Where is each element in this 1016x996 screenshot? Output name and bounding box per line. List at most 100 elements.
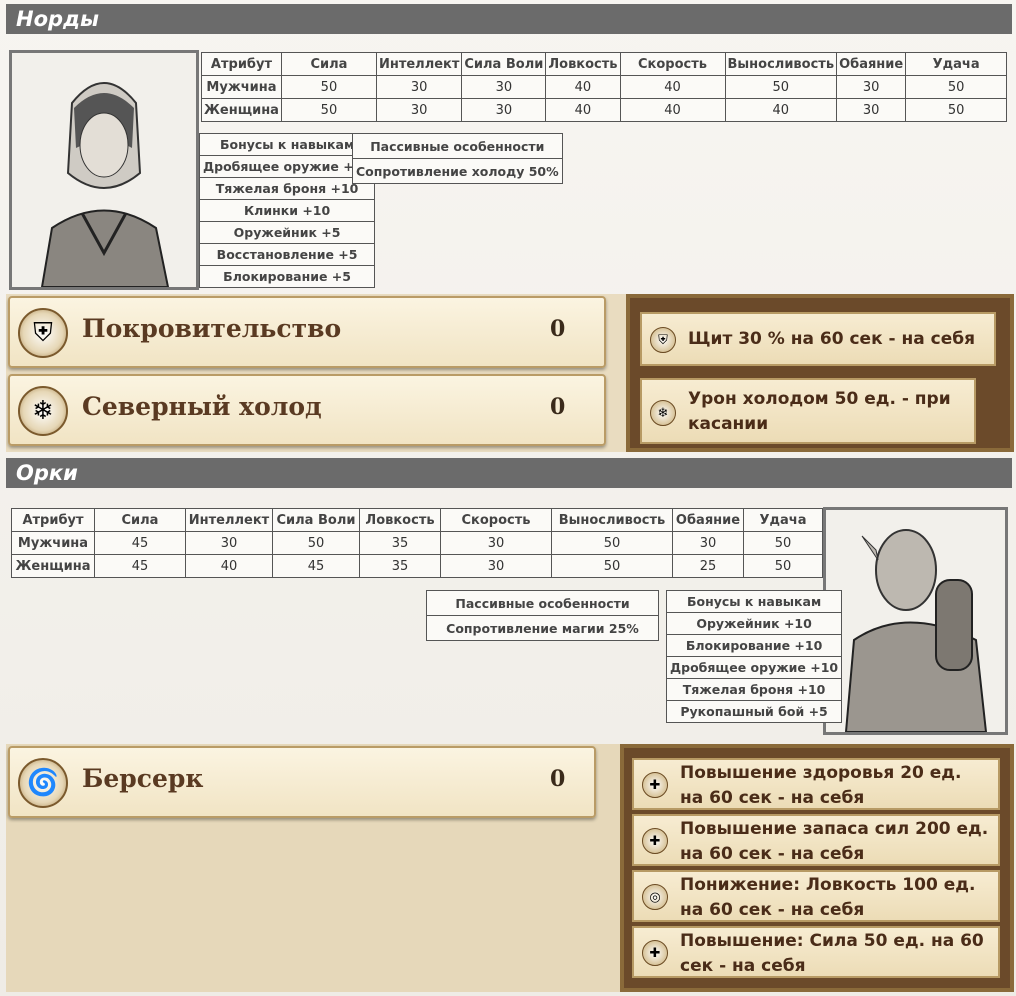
- table-cell: 50: [724, 75, 838, 99]
- table-cell: 40: [619, 98, 726, 122]
- effect-item: ◎ Понижение: Ловкость 100 ед. на 60 сек …: [632, 870, 1000, 922]
- table-cell: 30: [375, 75, 463, 99]
- table-header: Интеллект: [375, 52, 463, 76]
- table-cell: 25: [672, 554, 744, 578]
- table-cell: 40: [545, 98, 621, 122]
- table-cell: 50: [905, 98, 1007, 122]
- stamina-effect-icon: ✚: [642, 828, 668, 854]
- spell-name: Северный холод: [82, 392, 322, 421]
- spell-row[interactable]: 🌀 Берсерк 0: [8, 746, 596, 818]
- table-cell: 30: [461, 98, 547, 122]
- frost-effect-icon: ❄: [650, 400, 676, 426]
- table-cell: Мужчина: [201, 75, 282, 99]
- table-cell: 50: [272, 531, 360, 555]
- page: Норды Атрибут Сила Интеллект Сила Воли Л…: [0, 0, 1016, 996]
- list-item: Рукопашный бой +5: [665, 700, 843, 723]
- table-cell: 40: [545, 75, 621, 99]
- table-cell: 45: [94, 531, 186, 555]
- effect-item: ❄ Урон холодом 50 ед. - при касании: [640, 378, 976, 444]
- table-row: Женщина 50 30 30 40 40 40 30 50: [201, 98, 1007, 122]
- table-cell: 50: [905, 75, 1007, 99]
- table-header: Скорость: [619, 52, 726, 76]
- table-cell: 50: [551, 554, 673, 578]
- table-cell: 50: [280, 98, 377, 122]
- nord-passive-table: Пассивные особенности Сопротивление холо…: [352, 133, 563, 184]
- table-cell: 40: [724, 98, 838, 122]
- orc-passive-table: Пассивные особенности Сопротивление маги…: [426, 590, 659, 641]
- table-header: Ловкость: [359, 508, 441, 532]
- table-cell: 45: [94, 554, 186, 578]
- effect-text: Повышение здоровья 20 ед. на 60 сек - на…: [680, 763, 962, 808]
- health-effect-icon: ✚: [642, 772, 668, 798]
- orc-spell-area: 🌀 Берсерк 0 ✚ Повышение здоровья 20 ед. …: [6, 744, 1014, 992]
- table-header: Выносливость: [724, 52, 838, 76]
- table-header: Удача: [905, 52, 1007, 76]
- table-cell: 50: [551, 531, 673, 555]
- table-cell: 50: [743, 531, 823, 555]
- effect-text: Понижение: Ловкость 100 ед. на 60 сек - …: [680, 875, 976, 920]
- spell-cost: 0: [550, 316, 566, 342]
- table-cell: 30: [440, 554, 552, 578]
- table-header: Ловкость: [545, 52, 621, 76]
- list-item: Блокирование +10: [665, 634, 843, 657]
- nord-skill-bonus-table: Бонусы к навыкам Дробящее оружие +10 Тяж…: [198, 133, 376, 288]
- effect-text: Щит 30 % на 60 сек - на себя: [688, 329, 976, 349]
- table-cell: 30: [672, 531, 744, 555]
- section-title-orcs: Орки: [6, 458, 1012, 488]
- effect-item: ✚ Повышение запаса сил 200 ед. на 60 сек…: [632, 814, 1000, 866]
- strength-effect-icon: ✚: [642, 940, 668, 966]
- list-item: Тяжелая броня +10: [198, 177, 376, 200]
- orc-effect-panel: ✚ Повышение здоровья 20 ед. на 60 сек - …: [620, 744, 1014, 992]
- spell-row[interactable]: ⛨ Покровительство 0: [8, 296, 606, 368]
- skill-bonus-header: Бонусы к навыкам: [198, 133, 376, 156]
- orc-portrait: [823, 507, 1008, 735]
- spell-row[interactable]: ❄ Северный холод 0: [8, 374, 606, 446]
- table-cell: 50: [280, 75, 377, 99]
- list-item: Восстановление +5: [198, 243, 376, 266]
- table-header: Интеллект: [185, 508, 273, 532]
- spell-cost: 0: [550, 394, 566, 420]
- table-cell: 30: [440, 531, 552, 555]
- effect-item: ⛨ Щит 30 % на 60 сек - на себя: [640, 312, 996, 366]
- list-item: Сопротивление магии 25%: [426, 615, 659, 641]
- table-header-row: Атрибут Сила Интеллект Сила Воли Ловкост…: [201, 52, 1007, 76]
- frost-spell-icon: ❄: [18, 386, 68, 436]
- table-header-row: Атрибут Сила Интеллект Сила Воли Ловкост…: [11, 508, 823, 532]
- effect-text: Повышение: Сила 50 ед. на 60 сек - на се…: [680, 931, 984, 976]
- spell-name: Берсерк: [82, 764, 204, 793]
- table-cell: 50: [743, 554, 823, 578]
- passive-header: Пассивные особенности: [352, 133, 563, 159]
- list-item: Сопротивление холоду 50%: [352, 158, 563, 184]
- shield-spell-icon: ⛨: [18, 308, 68, 358]
- table-header: Выносливость: [551, 508, 673, 532]
- list-item: Блокирование +5: [198, 265, 376, 288]
- section-title-nords: Норды: [6, 4, 1012, 34]
- table-header: Атрибут: [201, 52, 282, 76]
- table-cell: Мужчина: [11, 531, 95, 555]
- berserk-spell-icon: 🌀: [18, 758, 68, 808]
- table-header: Обаяние: [672, 508, 744, 532]
- table-cell: 30: [836, 75, 907, 99]
- spell-cost: 0: [550, 766, 566, 792]
- table-cell: 35: [359, 531, 441, 555]
- list-item: Оружейник +10: [665, 612, 843, 635]
- nord-attribute-table: Атрибут Сила Интеллект Сила Воли Ловкост…: [201, 52, 1007, 122]
- table-cell: 30: [461, 75, 547, 99]
- nord-spell-area: ⛨ Покровительство 0 ❄ Северный холод 0 ⛨…: [6, 294, 1014, 452]
- skill-bonus-header: Бонусы к навыкам: [665, 590, 843, 613]
- list-item: Дробящее оружие +10: [665, 656, 843, 679]
- table-header: Удача: [743, 508, 823, 532]
- table-header: Сила Воли: [461, 52, 547, 76]
- table-cell: 40: [185, 554, 273, 578]
- effect-item: ✚ Повышение: Сила 50 ед. на 60 сек - на …: [632, 926, 1000, 978]
- effect-item: ✚ Повышение здоровья 20 ед. на 60 сек - …: [632, 758, 1000, 810]
- table-header: Скорость: [440, 508, 552, 532]
- table-header: Сила Воли: [272, 508, 360, 532]
- table-cell: 40: [619, 75, 726, 99]
- list-item: Дробящее оружие +10: [198, 155, 376, 178]
- table-cell: Женщина: [11, 554, 95, 578]
- table-cell: 35: [359, 554, 441, 578]
- nord-portrait: [9, 50, 199, 290]
- table-header: Обаяние: [836, 52, 907, 76]
- table-cell: 30: [836, 98, 907, 122]
